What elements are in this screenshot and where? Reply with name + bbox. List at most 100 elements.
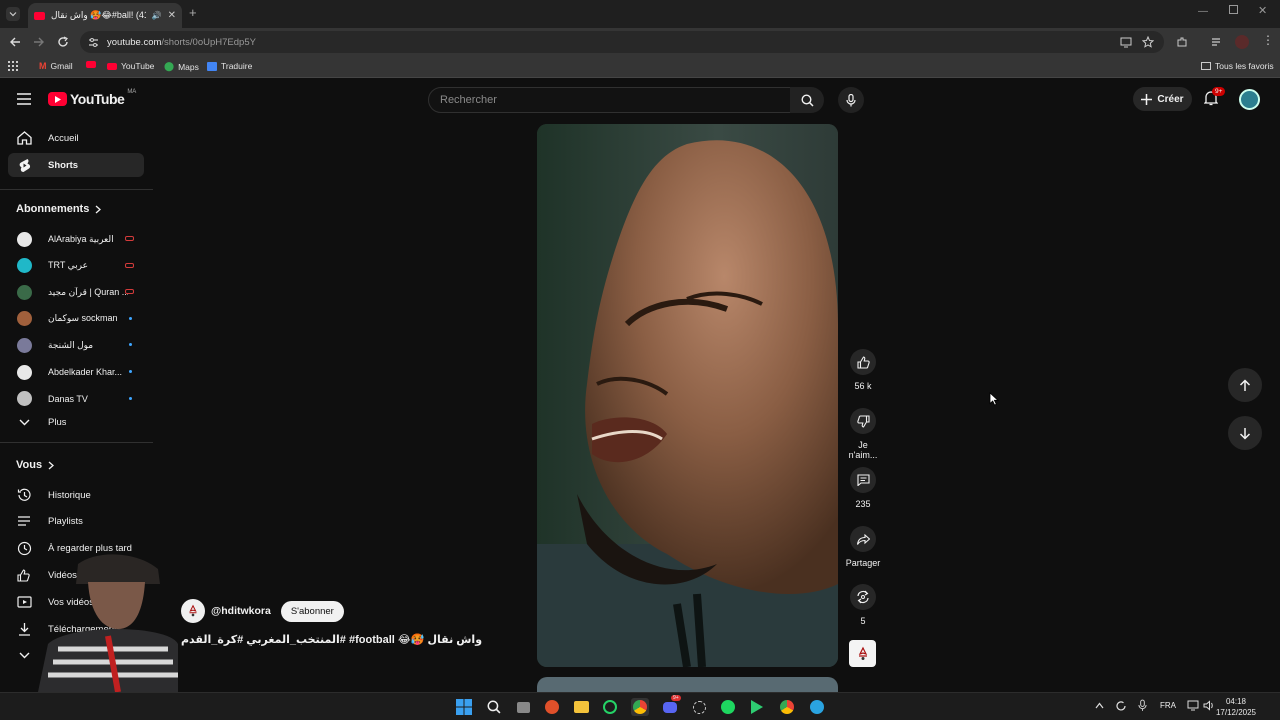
bookmark-youtube[interactable]: YouTube xyxy=(107,61,154,71)
sidebar-item-playlists[interactable]: Playlists xyxy=(8,510,144,534)
profile-avatar[interactable] xyxy=(1235,35,1249,49)
create-label: Créer xyxy=(1157,93,1184,105)
remix-button[interactable]: 5 xyxy=(843,584,883,626)
channel-avatar[interactable] xyxy=(181,599,205,623)
input-language[interactable]: FRA xyxy=(1160,701,1176,710)
bookmark-star-icon[interactable] xyxy=(1142,36,1154,48)
you-heading[interactable]: Vous xyxy=(16,459,55,471)
close-window-button[interactable]: ✕ xyxy=(1258,4,1267,17)
youtube-logo[interactable]: YouTube MA xyxy=(48,89,136,107)
taskbar-app-3[interactable] xyxy=(748,698,766,716)
chevron-up-icon[interactable] xyxy=(1095,702,1104,709)
taskbar-file-explorer[interactable] xyxy=(572,698,590,716)
audio-source-thumbnail[interactable] xyxy=(849,640,876,667)
audio-playing-icon[interactable]: 🔊 xyxy=(152,11,162,20)
like-button[interactable]: 56 k xyxy=(843,349,883,391)
sidebar-subscription-item[interactable]: مول الشنجة xyxy=(8,333,144,357)
back-arrow-icon[interactable] xyxy=(9,36,21,48)
media-controls-icon[interactable] xyxy=(1211,36,1223,48)
maximize-button[interactable] xyxy=(1229,5,1238,14)
system-clock[interactable]: 04:18 17/12/2025 xyxy=(1216,696,1256,718)
subscriptions-heading[interactable]: Abonnements xyxy=(16,203,102,215)
sidebar-subscription-item[interactable]: Abdelkader Khar... xyxy=(8,360,144,384)
taskbar-app-2[interactable] xyxy=(690,698,708,716)
taskbar-spotify[interactable] xyxy=(719,698,737,716)
reload-icon[interactable] xyxy=(57,36,69,48)
youtube-play-logo-icon xyxy=(48,92,67,106)
sidebar-item-plus[interactable]: Plus xyxy=(8,410,144,434)
sidebar-item-accueil[interactable]: Accueil xyxy=(8,126,144,150)
taskbar-app-1[interactable] xyxy=(543,698,561,716)
sidebar-item-history[interactable]: Historique xyxy=(8,483,144,507)
minimize-button[interactable]: — xyxy=(1198,6,1208,17)
bookmark-traduire[interactable]: Traduire xyxy=(207,61,252,71)
taskbar-discord[interactable]: 9+ xyxy=(661,695,681,716)
search-input[interactable]: Rechercher xyxy=(428,87,791,113)
dislike-button[interactable]: Je n'aim... xyxy=(843,408,883,460)
channel-handle[interactable]: @hditwkora xyxy=(211,605,271,617)
tab-close-icon[interactable]: ✕ xyxy=(168,10,176,21)
hamburger-menu-icon[interactable] xyxy=(17,93,31,105)
address-bar[interactable]: youtube.com/shorts/0oUpH7Edp5Y xyxy=(80,31,1164,53)
taskbar-chrome-2[interactable] xyxy=(778,698,796,716)
notifications-button[interactable]: 9+ xyxy=(1204,87,1226,106)
short-video-player[interactable] xyxy=(537,124,838,667)
sidebar-subscription-item[interactable]: TRT عربي xyxy=(8,254,144,278)
next-short-button[interactable] xyxy=(1228,416,1262,450)
share-button[interactable]: Partager xyxy=(843,526,883,568)
sidebar-item-label: مول الشنجة xyxy=(48,339,94,350)
microphone-icon[interactable] xyxy=(1138,699,1147,712)
channel-avatar xyxy=(16,231,32,247)
remix-count: 5 xyxy=(860,616,866,626)
live-indicator-icon xyxy=(125,236,134,241)
taskbar-telegram[interactable] xyxy=(808,698,826,716)
subscribe-button[interactable]: S'abonner xyxy=(280,600,344,622)
install-app-icon[interactable] xyxy=(1120,36,1132,48)
all-bookmarks-folder[interactable]: Tous les favoris xyxy=(1201,61,1274,71)
apps-grid-icon[interactable] xyxy=(8,61,18,71)
site-info-icon[interactable] xyxy=(88,37,99,48)
channel-avatar xyxy=(16,284,32,300)
voice-search-button[interactable] xyxy=(838,87,864,113)
chevron-down-icon xyxy=(19,419,29,425)
network-icon[interactable] xyxy=(1187,700,1199,711)
telegram-icon xyxy=(810,700,824,714)
extensions-icon[interactable] xyxy=(1176,36,1188,48)
sidebar-item-label: سوكمان sockman xyxy=(48,313,118,324)
sidebar-subscription-item[interactable]: Danas TV xyxy=(8,387,144,411)
new-tab-button[interactable]: + xyxy=(189,5,197,20)
like-count: 56 k xyxy=(854,381,872,391)
tab-search-button[interactable] xyxy=(6,7,20,21)
taskbar-chrome[interactable] xyxy=(631,698,649,716)
bookmark-youtube-1[interactable] xyxy=(86,61,96,68)
sidebar-subscription-item[interactable]: قرآن مجيد | Quran ... xyxy=(8,280,144,304)
volume-icon[interactable] xyxy=(1203,700,1215,711)
forward-arrow-icon[interactable] xyxy=(33,36,45,48)
youtube-icon xyxy=(86,61,96,68)
discord-badge: 9+ xyxy=(671,695,681,701)
url-path: /shorts/0oUpH7Edp5Y xyxy=(161,36,256,48)
previous-short-button[interactable] xyxy=(1228,368,1262,402)
comments-button[interactable]: 235 xyxy=(843,467,883,509)
browser-tab-active[interactable]: واش نقال 🥵😂#ball! (419) 🔊 ✕ xyxy=(28,3,182,28)
taskbar-whatsapp[interactable] xyxy=(601,698,619,716)
bookmark-gmail[interactable]: M Gmail xyxy=(39,61,73,71)
sidebar-item-shorts[interactable]: Shorts xyxy=(8,153,144,177)
create-button[interactable]: Créer xyxy=(1133,87,1192,111)
browser-menu-icon[interactable]: ⋮ xyxy=(1262,33,1274,47)
chrome-icon xyxy=(633,700,647,714)
bookmark-maps[interactable]: ⬤ Maps xyxy=(164,61,199,72)
discord-icon xyxy=(663,701,677,713)
sidebar-subscription-item[interactable]: سوكمان sockman xyxy=(8,307,144,331)
sync-icon[interactable] xyxy=(1115,700,1127,712)
live-indicator-icon xyxy=(125,289,134,295)
taskbar-search[interactable] xyxy=(485,698,503,716)
account-avatar[interactable] xyxy=(1239,89,1260,110)
translate-icon xyxy=(207,61,217,71)
search-button[interactable] xyxy=(790,87,824,113)
start-button[interactable] xyxy=(455,698,473,716)
new-content-dot-icon xyxy=(129,316,132,320)
task-view-button[interactable] xyxy=(514,698,532,716)
sidebar-subscription-item[interactable]: AlArabiya العربية xyxy=(8,227,144,251)
thumbs-up-icon xyxy=(856,355,870,369)
